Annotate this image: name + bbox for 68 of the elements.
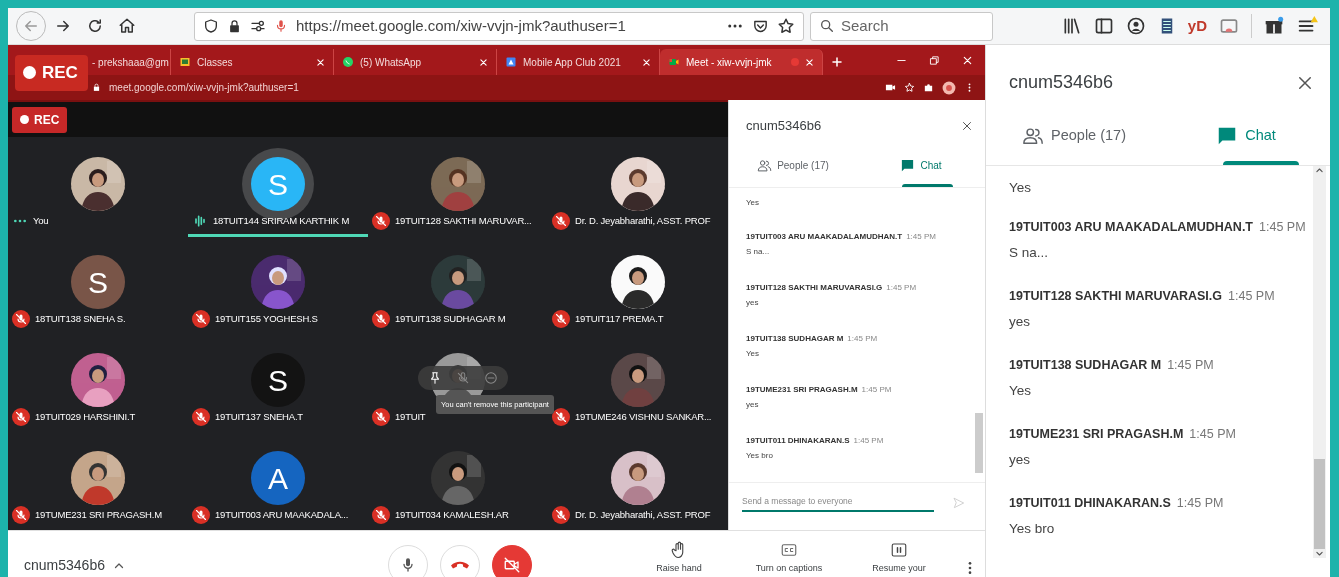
message-time: 1:45 PM	[847, 334, 878, 344]
toolbar-button[interactable]: Turn on captions	[734, 531, 844, 577]
panel-tab[interactable]: People (17)	[729, 157, 857, 188]
participant-name: 19TUIT117 PREMA.T	[575, 311, 664, 326]
message-time: 1:45 PM	[1176, 496, 1224, 510]
sender-name: 19TUIT011 DHINAKARAN.S	[746, 436, 850, 446]
participant-name: 19TUIT155 YOGHESH.S	[215, 311, 318, 326]
message-time: 1:45 PM	[861, 385, 892, 395]
sender-name: 19TUME231 SRI PRAGASH.M	[1009, 427, 1184, 441]
message-text: Yes bro	[1009, 519, 1056, 538]
participant-name: 18TUIT144 SRIRAM KARTHIK M	[213, 213, 350, 228]
avatar-letter: S	[251, 353, 305, 407]
message-text: Yes	[746, 197, 761, 210]
sender-name: 19TUIT011 DHINAKARAN.S	[1009, 496, 1171, 510]
participant-name: 19TUIT	[395, 409, 426, 424]
message-time: 1:45 PM	[853, 436, 884, 446]
message-text: Yes	[1009, 179, 1033, 197]
avatar-letter: S	[71, 255, 125, 309]
participant-name: 19TUIT138 SUDHAGAR M	[395, 311, 506, 326]
participant-name: 19TUME231 SRI PRAGASH.M	[35, 507, 162, 522]
message-text: yes	[746, 297, 760, 310]
message-time: 1:45 PM	[1189, 427, 1236, 441]
search-input[interactable]: Search	[841, 14, 981, 38]
participant-name: Dr. D. Jeyabharathi, ASST. PROF	[575, 213, 711, 228]
avatar-letter: A	[251, 451, 305, 505]
panel-tab[interactable]: Chat	[1158, 124, 1330, 165]
message-text: yes	[1009, 450, 1031, 469]
message-time: 1:45 PM	[886, 283, 917, 293]
recording-badge: REC	[15, 55, 88, 91]
participant-name: 19TUME246 VISHNU SANKAR...	[575, 409, 712, 424]
message-text: S na...	[746, 246, 771, 259]
search-field[interactable]: Search	[810, 11, 993, 41]
message-time: 1:45 PM	[906, 232, 936, 242]
avatar-letter: S	[251, 157, 305, 211]
browser-tab[interactable]: Meet - xiw-vvjn-jmk	[660, 49, 823, 75]
participant-name: 18TUIT138 SNEHA S.	[35, 311, 126, 326]
message-text: Yes	[746, 348, 761, 361]
sender-name: 19TUIT003 ARU MAAKADALAMUDHAN.T	[1009, 220, 1253, 234]
message-time: 1:45 PM	[1228, 289, 1275, 303]
sender-name: 19TUME231 SRI PRAGASH.M	[746, 385, 858, 395]
panel-tab[interactable]: People (17)	[986, 124, 1158, 165]
participant-name: 19TUIT034 KAMALESH.AR	[395, 507, 509, 522]
panel-title: cnum5346b6	[746, 117, 822, 135]
participant-name: 19TUIT128 SAKTHI MARUVAR...	[395, 213, 532, 228]
participant-name: 19TUIT029 HARSHINI.T	[35, 409, 135, 424]
toolbar-button[interactable]: Resume your	[844, 531, 954, 577]
message-text: Yes bro	[746, 450, 774, 463]
sender-name: 19TUIT003 ARU MAAKADALAMUDHAN.T	[746, 232, 903, 242]
participant-name: Dr. D. Jeyabharathi, ASST. PROF	[575, 507, 711, 522]
message-text: yes	[746, 399, 760, 412]
recording-indicator: REC	[12, 106, 68, 133]
message-text: S na...	[1009, 243, 1050, 262]
extension-label[interactable]: yD	[1187, 14, 1207, 38]
message-text: Yes	[1009, 381, 1033, 400]
message-text: yes	[1009, 312, 1031, 331]
participant-name: You	[33, 213, 49, 228]
message-time: 1:45 PM	[1167, 358, 1214, 372]
sender-name: 19TUIT138 SUDHAGAR M	[746, 334, 844, 344]
participant-name: 19TUIT003 ARU MAAKADALA...	[215, 507, 349, 522]
sender-name: 19TUIT128 SAKTHI MARUVARASI.G	[1009, 289, 1222, 303]
message-time: 1:45 PM	[1259, 220, 1306, 234]
sender-name: 19TUIT128 SAKTHI MARUVARASI.G	[746, 283, 883, 293]
toolbar-button[interactable]: Raise hand	[624, 531, 734, 577]
sender-name: 19TUIT138 SUDHAGAR M	[1009, 358, 1162, 372]
meeting-code[interactable]: cnum5346b6	[24, 555, 105, 576]
participant-name: 19TUIT137 SNEHA.T	[215, 409, 303, 424]
panel-tab[interactable]: Chat	[857, 157, 985, 188]
panel-title: cnum5346b6	[1009, 71, 1114, 94]
